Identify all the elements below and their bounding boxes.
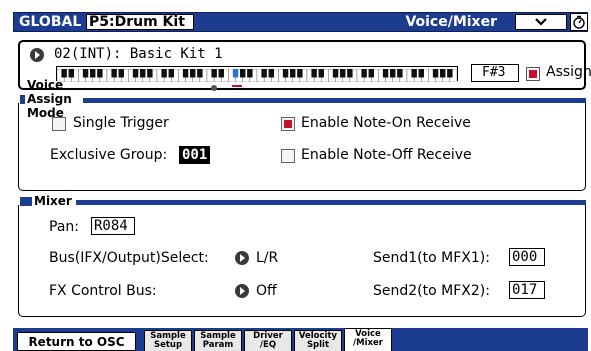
single-trigger-checkbox[interactable] <box>52 117 66 131</box>
tab-label-line2: Split <box>306 340 330 350</box>
send1-value-field[interactable]: 000 <box>509 248 545 266</box>
fx-control-bus-popup-button[interactable] <box>235 284 249 298</box>
keyboard-range-marker <box>232 85 242 89</box>
single-trigger-label: Single Trigger <box>73 115 169 131</box>
assign-label: Assign <box>546 64 591 80</box>
assign-checkbox[interactable] <box>526 67 540 81</box>
bus-select-popup-button[interactable] <box>235 251 249 265</box>
send2-label: Send2(to MFX2): <box>373 283 490 299</box>
note-off-receive-checkbox[interactable] <box>281 149 295 163</box>
bus-select-label: Bus(IFX/Output)Select: <box>49 250 209 266</box>
title-bar: GLOBAL P5:Drum Kit Voice/Mixer <box>13 12 588 32</box>
fx-control-bus-value[interactable]: Off <box>256 283 277 299</box>
chevron-down-icon <box>535 18 547 26</box>
keyboard-keys <box>56 68 458 83</box>
return-to-osc-button[interactable]: Return to OSC <box>17 332 136 351</box>
tab-label-line2: Setup <box>153 340 183 350</box>
send2-value-field[interactable]: 017 <box>509 281 545 299</box>
timer-icon <box>570 13 588 31</box>
keyboard-position-marker <box>211 85 217 91</box>
note-value-field[interactable]: F#3 <box>471 64 519 82</box>
kit-name[interactable]: 02(INT): Basic Kit 1 <box>54 46 223 62</box>
kit-panel: 02(INT): Basic Kit 1 F#3 Assign <box>18 40 591 90</box>
tab-sample-setup[interactable]: Sample Setup <box>144 330 192 351</box>
exclusive-group-value[interactable]: 001 <box>179 146 211 164</box>
page-tabs: Return to OSC Sample Setup Sample Param … <box>13 328 588 351</box>
tab-label-line2: /Mixer <box>353 338 383 348</box>
section-title: Voice/Mixer <box>405 14 497 30</box>
tab-sample-param[interactable]: Sample Param <box>194 330 242 351</box>
tab-velocity-split[interactable]: Velocity Split <box>294 330 342 351</box>
voice-assign-panel: Single Trigger Enable Note-On Receive Ex… <box>18 103 586 191</box>
screen: GLOBAL P5:Drum Kit Voice/Mixer 02(INT): … <box>0 0 591 351</box>
mode-label: GLOBAL <box>19 14 82 30</box>
note-on-receive-label: Enable Note-On Receive <box>301 115 471 131</box>
exclusive-group-label: Exclusive Group: <box>50 147 168 163</box>
fx-control-bus-label: FX Control Bus: <box>49 283 157 299</box>
pan-value-field[interactable]: R084 <box>91 217 135 235</box>
kit-select-popup-button[interactable] <box>30 48 44 62</box>
tab-voice-mixer[interactable]: Voice /Mixer <box>344 328 392 351</box>
send1-label: Send1(to MFX1): <box>373 250 490 266</box>
keyboard-selector[interactable] <box>56 66 458 83</box>
page-label: P5:Drum Kit <box>86 14 194 30</box>
mixer-panel: Pan: R084 Bus(IFX/Output)Select: L/R FX … <box>18 205 586 317</box>
bus-select-value[interactable]: L/R <box>256 250 278 266</box>
tab-driver-eq[interactable]: Driver /EQ <box>244 330 292 351</box>
tab-label-line2: /EQ <box>259 340 277 350</box>
pan-label: Pan: <box>49 219 79 235</box>
note-on-receive-checkbox[interactable] <box>281 117 295 131</box>
page-menu-button[interactable] <box>515 14 567 30</box>
tab-label-line2: Param <box>202 340 234 350</box>
note-off-receive-label: Enable Note-Off Receive <box>301 147 472 163</box>
